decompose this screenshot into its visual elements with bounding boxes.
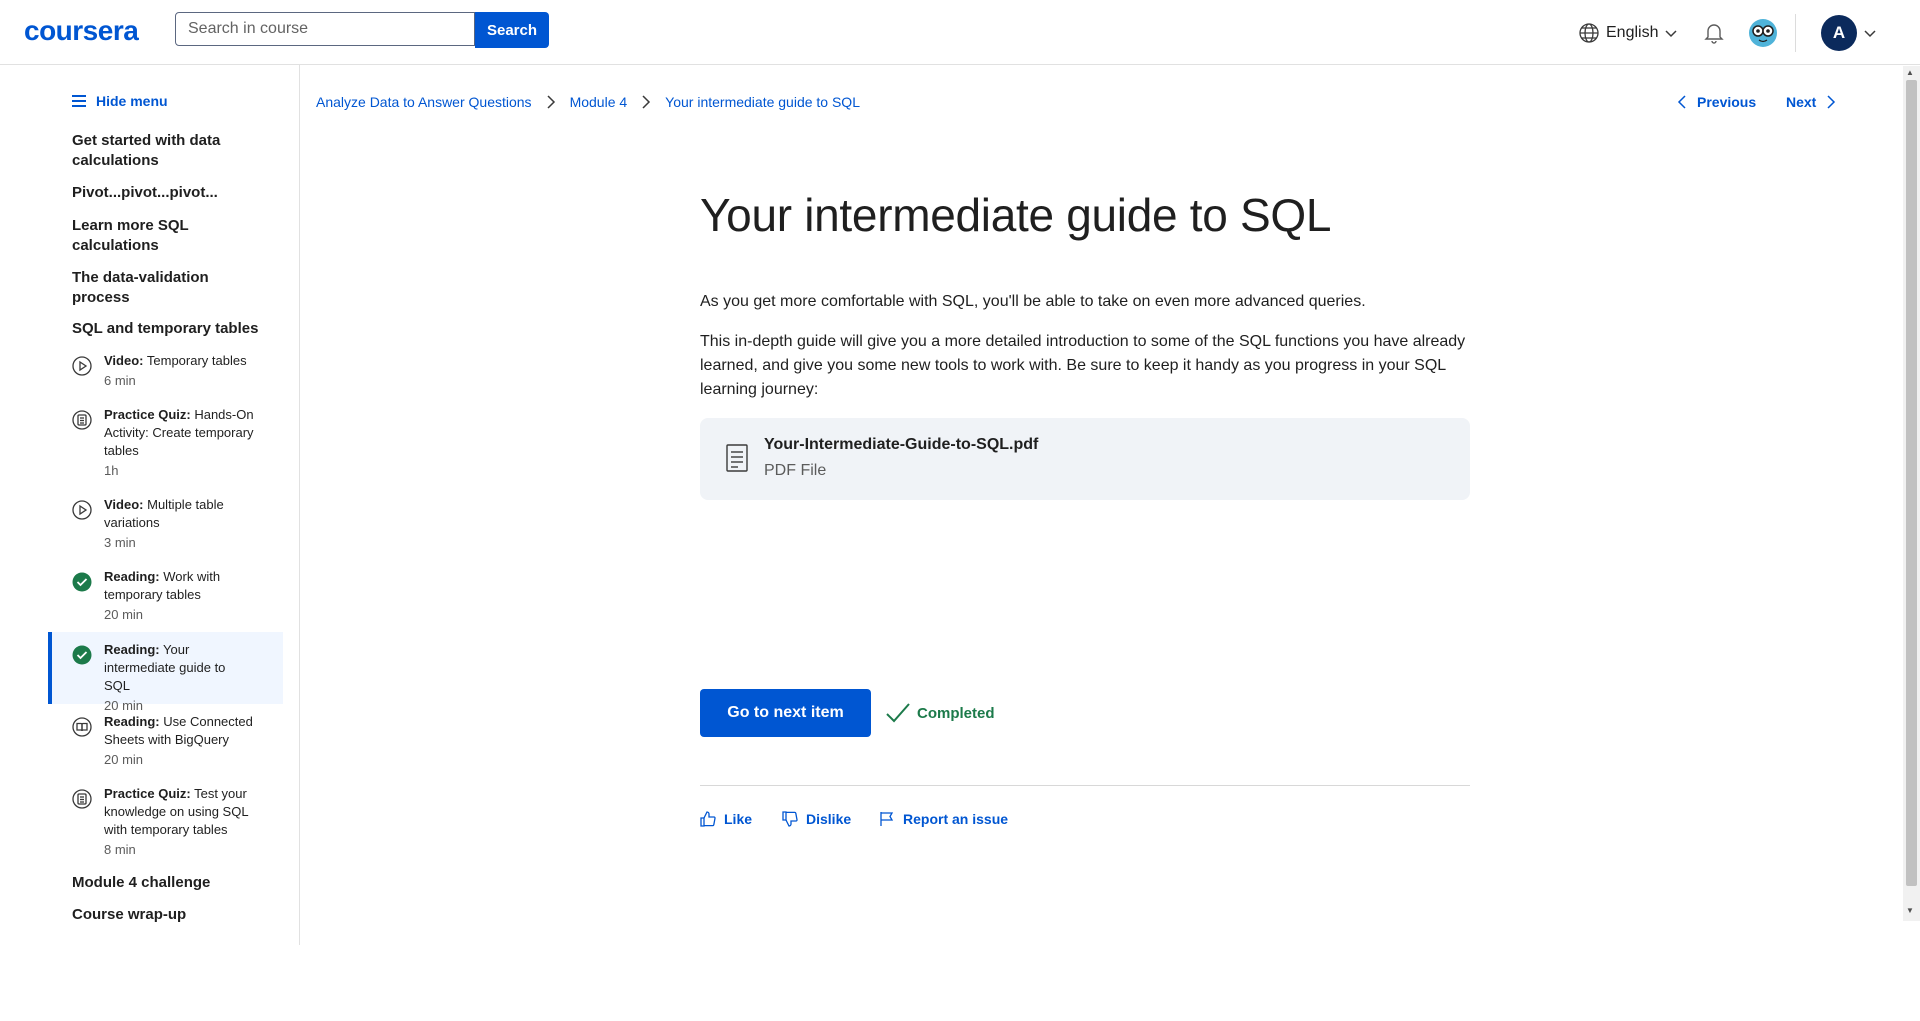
item-type: Reading: (104, 714, 160, 729)
item-type: Video: (104, 497, 144, 512)
scroll-down-arrow-icon[interactable]: ▼ (1906, 906, 1914, 915)
breadcrumb-course[interactable]: Analyze Data to Answer Questions (316, 94, 532, 110)
previous-button[interactable]: Previous (1677, 94, 1756, 110)
page-title: Your intermediate guide to SQL (700, 189, 1332, 241)
chevron-right-icon (642, 95, 651, 109)
search-button[interactable]: Search (475, 12, 549, 48)
top-header: coursera Search English A (0, 0, 1920, 65)
item-type: Reading: (104, 569, 160, 584)
play-icon (72, 356, 92, 376)
checkmark-icon (886, 703, 910, 723)
book-icon (72, 717, 92, 737)
report-issue-button[interactable]: Report an issue (879, 811, 1008, 827)
search-input[interactable] (175, 12, 475, 46)
menu-icon (72, 95, 86, 107)
sidebar-section[interactable]: SQL and temporary tables (72, 319, 262, 339)
course-sidebar: Hide menu Get started with data calculat… (48, 65, 300, 945)
file-name[interactable]: Your-Intermediate-Guide-to-SQL.pdf (764, 436, 1038, 454)
sidebar-section[interactable]: Module 4 challenge (72, 873, 262, 893)
play-icon (72, 500, 92, 520)
item-title: Temporary tables (146, 353, 247, 368)
quiz-icon (72, 789, 92, 809)
flag-icon (880, 812, 894, 826)
item-duration: 20 min (104, 752, 144, 767)
bell-icon (1704, 24, 1724, 44)
pdf-attachment[interactable]: Your-Intermediate-Guide-to-SQL.pdf PDF F… (700, 418, 1470, 500)
chevron-right-icon (547, 95, 555, 109)
next-label: Next (1786, 94, 1817, 110)
item-type: Video: (104, 353, 144, 368)
item-type: Practice Quiz: (104, 786, 191, 801)
sidebar-section[interactable]: Get started with data calculations (72, 131, 262, 171)
item-type: Practice Quiz: (104, 407, 191, 422)
sidebar-section[interactable]: Learn more SQL calculations (72, 216, 262, 256)
scroll-up-arrow-icon[interactable]: ▲ (1906, 68, 1914, 77)
item-duration: 20 min (104, 607, 144, 622)
sidebar-item[interactable]: Practice Quiz: Test your knowledge on us… (48, 785, 283, 861)
check-circle-icon (72, 645, 92, 665)
thumbs-down-icon (782, 811, 798, 827)
coursera-logo[interactable]: coursera (24, 15, 139, 47)
sidebar-item[interactable]: Reading: Use Connected Sheets with BigQu… (48, 713, 283, 773)
completed-label: Completed (917, 704, 995, 722)
next-button[interactable]: Next (1786, 94, 1836, 110)
breadcrumb: Analyze Data to Answer Questions Module … (316, 94, 860, 110)
like-button[interactable]: Like (700, 811, 752, 827)
language-selector[interactable]: English (1578, 22, 1678, 44)
language-label: English (1606, 24, 1659, 41)
notifications-button[interactable] (1704, 22, 1724, 49)
quiz-icon (72, 410, 92, 430)
item-duration: 6 min (104, 373, 136, 388)
sidebar-item-active[interactable]: Reading: Your intermediate guide to SQL 2… (48, 632, 283, 713)
check-circle-icon (72, 572, 92, 592)
sidebar-item[interactable]: Video: Temporary tables 6 min (48, 352, 283, 398)
completed-status: Completed (885, 702, 995, 724)
dislike-button[interactable]: Dislike (782, 811, 851, 827)
hide-menu-button[interactable]: Hide menu (72, 93, 168, 109)
item-duration: 1h (104, 463, 119, 478)
globe-icon (1579, 23, 1599, 43)
item-duration: 3 min (104, 535, 136, 550)
sidebar-item[interactable]: Practice Quiz: Hands-On Activity: Create… (48, 406, 283, 478)
chevron-right-icon (1827, 95, 1836, 109)
report-issue-label: Report an issue (903, 811, 1009, 827)
go-to-next-item-button[interactable]: Go to next item (700, 689, 871, 737)
sidebar-item[interactable]: Video: Multiple table variations 3 min (48, 496, 283, 556)
chevron-down-icon (1665, 30, 1678, 38)
dislike-label: Dislike (806, 811, 852, 827)
guide-paragraph: This in-depth guide will give you a more… (700, 333, 1466, 398)
header-divider (1795, 14, 1796, 52)
avatar[interactable]: A (1821, 15, 1857, 51)
document-icon (726, 444, 748, 472)
content-divider (700, 785, 1470, 786)
scrollbar-thumb[interactable] (1906, 80, 1917, 886)
like-label: Like (724, 811, 753, 827)
breadcrumb-current[interactable]: Your intermediate guide to SQL (665, 94, 860, 110)
intro-paragraph: As you get more comfortable with SQL, yo… (700, 293, 1366, 310)
item-duration: 8 min (104, 842, 136, 857)
sidebar-section[interactable]: The data-validation process (72, 268, 262, 308)
previous-label: Previous (1697, 94, 1757, 110)
item-type: Reading: (104, 642, 160, 657)
hide-menu-label: Hide menu (96, 93, 168, 109)
chevron-down-icon[interactable] (1863, 26, 1877, 40)
coach-mascot-icon[interactable] (1748, 18, 1778, 48)
thumbs-up-icon (700, 811, 716, 827)
sidebar-section[interactable]: Course wrap-up (72, 905, 262, 925)
file-type: PDF File (764, 462, 827, 479)
breadcrumb-module[interactable]: Module 4 (570, 94, 628, 110)
sidebar-item[interactable]: Reading: Work with temporary tables 20 mi… (48, 568, 283, 628)
chevron-left-icon (1677, 95, 1686, 109)
sidebar-section[interactable]: Pivot...pivot...pivot... (72, 183, 262, 203)
